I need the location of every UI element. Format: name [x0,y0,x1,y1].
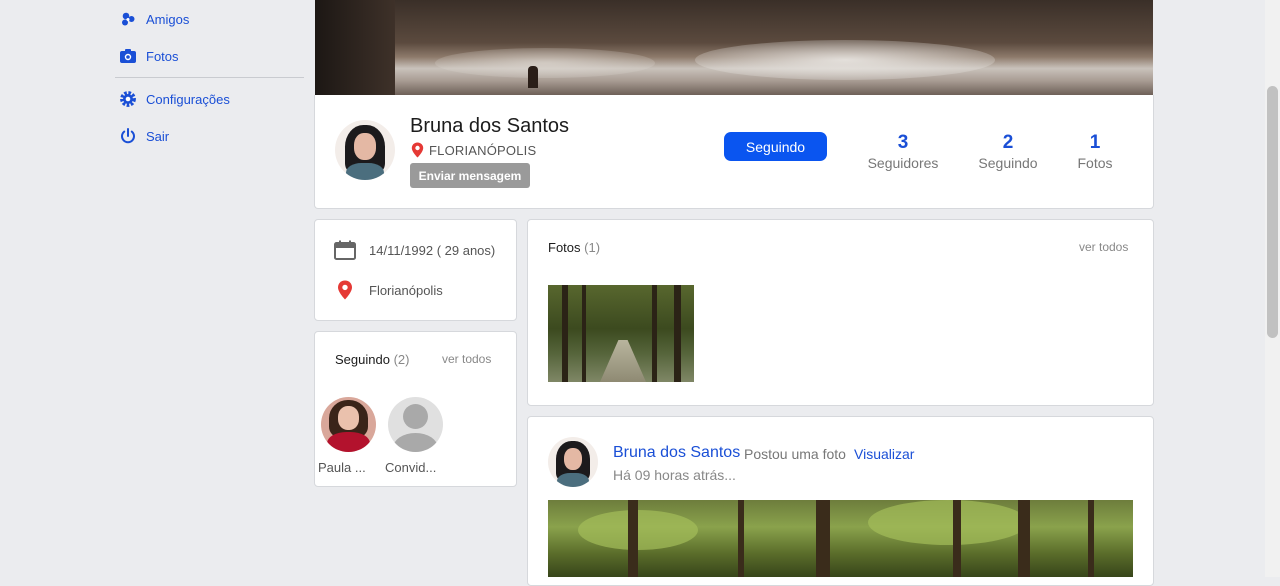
birthday-row: 14/11/1992 ( 29 anos) [334,240,495,260]
stat-photos[interactable]: 1 Fotos [1050,132,1140,171]
camera-icon [119,47,137,65]
page-scrollbar[interactable] [1265,0,1280,577]
friends-icon [119,10,137,28]
stat-followers[interactable]: 3 Seguidores [858,132,948,171]
friend-name[interactable]: Paula ... [318,460,378,475]
scrollbar-thumb[interactable] [1267,86,1278,338]
following-title-text: Seguindo [335,352,390,367]
photos-title: Fotos (1) [548,240,600,255]
photos-title-text: Fotos [548,240,581,255]
sidebar-item-label: Fotos [146,48,179,64]
cover-photo [315,0,1153,95]
stat-following[interactable]: 2 Seguindo [963,132,1053,171]
stat-label: Fotos [1077,155,1113,171]
profile-avatar[interactable] [335,120,395,180]
sidebar-item-settings[interactable]: Configurações [119,88,230,110]
user-placeholder-icon[interactable] [388,397,443,452]
calendar-icon [334,240,356,260]
gear-icon [119,90,137,108]
profile-name: Bruna dos Santos [410,115,569,137]
map-pin-icon [334,280,356,300]
sidebar-item-label: Configurações [146,91,230,107]
map-pin-icon [411,142,424,158]
stat-value: 3 [897,132,909,153]
following-see-all-link[interactable]: ver todos [442,352,491,366]
about-card [314,219,517,321]
location-text: Florianópolis [369,282,443,298]
post-author-avatar[interactable] [548,437,598,487]
stat-value: 1 [1089,132,1101,153]
friend-name[interactable]: Convid... [385,460,445,475]
following-button[interactable]: Seguindo [724,132,827,161]
sidebar-item-label: Amigos [146,11,190,27]
photos-count: (1) [584,240,601,255]
following-count: (2) [393,352,410,367]
photos-see-all-link[interactable]: ver todos [1079,240,1128,254]
post-view-link[interactable]: Visualizar [854,446,914,462]
sidebar-item-photos[interactable]: Fotos [119,45,179,67]
send-message-button[interactable]: Enviar mensagem [410,163,530,188]
stat-label: Seguindo [978,155,1038,171]
stat-label: Seguidores [867,155,939,171]
post-author-name[interactable]: Bruna dos Santos [613,444,740,462]
location-row: Florianópolis [334,280,443,300]
birthday-text: 14/11/1992 ( 29 anos) [369,242,496,258]
profile-location: FLORIANÓPOLIS [411,142,536,158]
post-action-text: Postou uma foto [744,446,846,462]
power-icon [119,127,137,145]
friend-avatar[interactable] [321,397,376,452]
stat-value: 2 [1002,132,1014,153]
following-title: Seguindo (2) [335,352,409,367]
profile-city: FLORIANÓPOLIS [429,142,537,158]
sidebar-item-logout[interactable]: Sair [119,125,169,147]
sidebar-item-friends[interactable]: Amigos [119,8,189,30]
photo-thumbnail[interactable] [548,285,694,382]
sidebar-item-label: Sair [146,128,170,144]
sidebar-divider [115,77,304,78]
post-image[interactable] [548,500,1133,577]
post-timestamp: Há 09 horas atrás... [613,467,736,483]
